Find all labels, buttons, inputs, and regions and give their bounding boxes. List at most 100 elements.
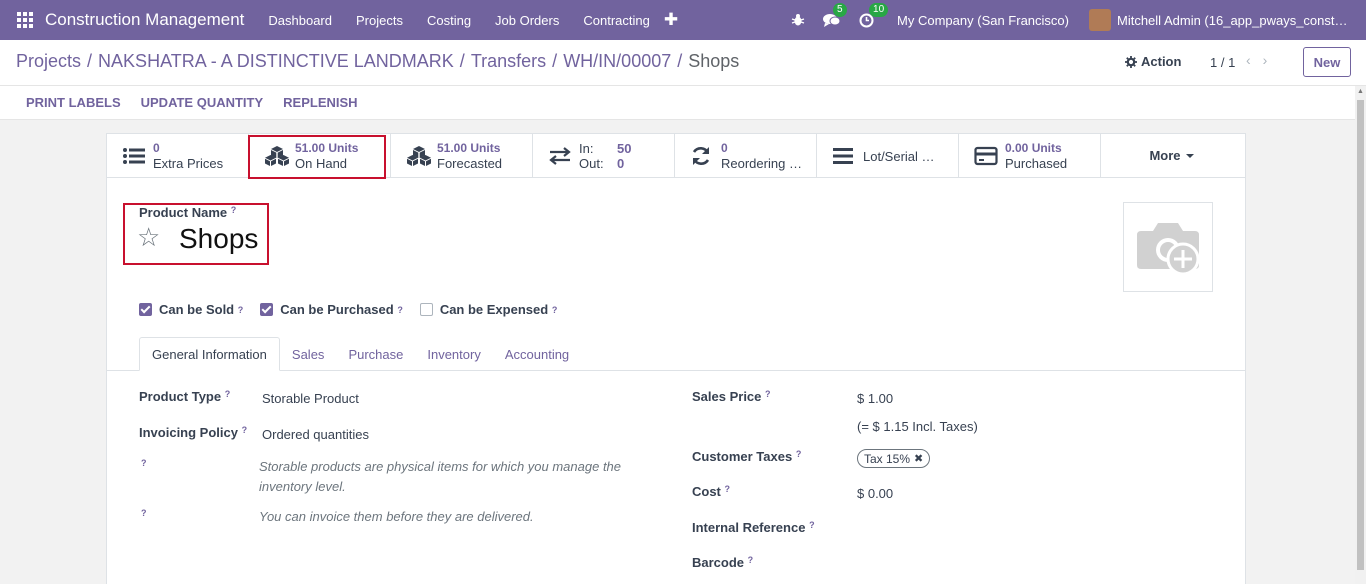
tab-accounting[interactable]: Accounting: [493, 337, 581, 371]
product-type-field[interactable]: Storable Product: [262, 391, 359, 406]
action-button[interactable]: Action: [1125, 54, 1181, 69]
page-scrollbar[interactable]: ▲: [1355, 86, 1366, 584]
pager-prev-icon[interactable]: ‹: [1246, 52, 1263, 68]
scrollbar-thumb[interactable]: [1357, 100, 1364, 570]
credit-card-icon: [974, 145, 1000, 167]
extra-prices-value: 0: [153, 141, 160, 155]
help-tooltip-icon[interactable]: ?: [796, 449, 802, 459]
product-type-label: Product Type ?: [139, 389, 230, 404]
product-type-help: Storable products are physical items for…: [259, 459, 622, 494]
forecasted-button[interactable]: 51.00 Units Forecasted: [391, 134, 533, 178]
main-menu: Dashboard Projects Costing Job Orders Co…: [256, 13, 661, 28]
form-header: PRINT LABELS UPDATE QUANTITY REPLENISH: [0, 86, 1366, 120]
help-tooltip-icon[interactable]: ?: [141, 508, 147, 518]
can-be-expensed-label: Can be Expensed: [439, 302, 549, 317]
print-labels-button[interactable]: PRINT LABELS: [26, 95, 121, 110]
breadcrumb-projects[interactable]: Projects: [16, 51, 81, 71]
menu-contracting[interactable]: Contracting: [571, 13, 661, 28]
refresh-icon: [690, 145, 716, 167]
app-brand[interactable]: Construction Management: [45, 10, 244, 30]
tab-inventory[interactable]: Inventory: [415, 337, 492, 371]
help-tooltip-icon[interactable]: ?: [225, 389, 231, 399]
breadcrumb-project[interactable]: NAKSHATRA - A DISTINCTIVE LANDMARK: [98, 51, 454, 71]
checkbox-checked-icon[interactable]: [260, 303, 274, 316]
product-image-placeholder[interactable]: [1123, 202, 1213, 292]
help-tooltip-icon[interactable]: ?: [809, 520, 815, 530]
help-tooltip-icon[interactable]: ?: [242, 425, 248, 435]
update-quantity-button[interactable]: UPDATE QUANTITY: [141, 95, 264, 110]
help-tooltip-icon[interactable]: ?: [141, 458, 147, 468]
systray: 5 10 My Company (San Francisco) Mitchell…: [782, 0, 1366, 40]
more-button[interactable]: More: [1101, 134, 1243, 177]
help-tooltip-icon[interactable]: ?: [725, 484, 731, 494]
tax-tag[interactable]: Tax 15% ✖: [857, 449, 931, 468]
bug-icon[interactable]: [791, 10, 805, 30]
customer-taxes-label: Customer Taxes ?: [692, 449, 801, 464]
plus-icon[interactable]: ✚: [664, 10, 678, 30]
invoicing-policy-field[interactable]: Ordered quantities: [262, 427, 369, 442]
cost-label: Cost ?: [692, 484, 730, 499]
user-avatar[interactable]: [1089, 9, 1111, 31]
product-checkboxes: Can be Sold ? Can be Purchased ? Can be …: [139, 302, 574, 317]
forecasted-label: Forecasted: [437, 156, 503, 171]
can-be-sold-label: Can be Sold: [159, 302, 235, 317]
tab-sales[interactable]: Sales: [280, 337, 337, 371]
cost-field[interactable]: $ 0.00: [857, 486, 893, 501]
purchased-button[interactable]: 0.00 Units Purchased: [959, 134, 1101, 178]
in-value: 50: [617, 141, 632, 156]
product-name-highlight: [123, 203, 269, 265]
checkbox-checked-icon[interactable]: [139, 303, 152, 316]
reordering-button[interactable]: 0Reordering Rules: [675, 134, 817, 178]
can-be-purchased-label: Can be Purchased: [280, 302, 394, 317]
breadcrumb: Projects / NAKSHATRA - A DISTINCTIVE LANDM…: [16, 51, 739, 72]
list-icon: [122, 145, 148, 167]
breadcrumb-transfers[interactable]: Transfers: [471, 51, 546, 71]
barcode-label-text: Barcode: [692, 555, 745, 570]
help-tooltip-icon[interactable]: ?: [397, 305, 403, 315]
can-be-expensed-checkbox[interactable]: Can be Expensed ?: [419, 302, 558, 317]
help-tooltip-icon[interactable]: ?: [238, 305, 244, 315]
activity-clock-icon[interactable]: 10: [859, 3, 889, 30]
notebook-tabs: General Information Sales Purchase Inven…: [139, 337, 581, 371]
replenish-button[interactable]: REPLENISH: [283, 95, 357, 110]
form-sheet: 0 Extra Prices 51.00 Units On Hand 51.00 U…: [106, 133, 1246, 584]
help-tooltip-icon[interactable]: ?: [552, 305, 558, 315]
breadcrumb-transfer[interactable]: WH/IN/00007: [563, 51, 671, 71]
pager-arrows: ‹›: [1246, 52, 1279, 68]
reordering-value: 0: [721, 141, 728, 155]
menu-dashboard[interactable]: Dashboard: [256, 13, 344, 28]
user-menu[interactable]: Mitchell Admin (16_app_pways_constructio…: [1117, 13, 1350, 28]
caret-down-icon: [1185, 153, 1194, 158]
action-label: Action: [1141, 54, 1182, 69]
tab-general-information[interactable]: General Information: [139, 337, 280, 371]
activity-badge: 10: [869, 3, 889, 17]
reordering-label: Reordering Rules: [721, 156, 811, 171]
sales-price-label-text: Sales Price: [692, 389, 762, 404]
remove-tag-icon[interactable]: ✖: [914, 452, 923, 465]
chat-icon[interactable]: 5: [823, 3, 847, 30]
sales-price-field[interactable]: $ 1.00: [857, 391, 893, 406]
lot-serial-button[interactable]: Lot/Serial Numbers: [817, 134, 959, 178]
pager-value[interactable]: 1 / 1: [1210, 55, 1235, 70]
extra-prices-button[interactable]: 0 Extra Prices: [107, 134, 249, 178]
menu-projects[interactable]: Projects: [344, 13, 415, 28]
cost-label-text: Cost: [692, 484, 721, 499]
help-tooltip-icon[interactable]: ?: [748, 555, 754, 565]
company-switcher[interactable]: My Company (San Francisco): [897, 13, 1069, 28]
in-label: In:: [579, 141, 594, 156]
menu-costing[interactable]: Costing: [415, 13, 483, 28]
help-tooltip-icon[interactable]: ?: [765, 389, 771, 399]
in-out-button[interactable]: In: 50 Out: 0: [533, 134, 675, 178]
menu-job-orders[interactable]: Job Orders: [483, 13, 571, 28]
apps-menu-icon[interactable]: [17, 12, 33, 28]
scroll-up-icon[interactable]: ▲: [1355, 86, 1366, 98]
tab-purchase[interactable]: Purchase: [336, 337, 415, 371]
more-label: More: [1149, 148, 1181, 163]
exchange-icon: [548, 145, 574, 167]
can-be-sold-checkbox[interactable]: Can be Sold ?: [139, 302, 243, 317]
pager-next-icon[interactable]: ›: [1263, 52, 1280, 68]
can-be-purchased-checkbox[interactable]: Can be Purchased ?: [260, 302, 403, 317]
chat-badge: 5: [833, 3, 847, 17]
checkbox-unchecked-icon[interactable]: [419, 303, 433, 316]
new-button[interactable]: New: [1303, 47, 1351, 77]
